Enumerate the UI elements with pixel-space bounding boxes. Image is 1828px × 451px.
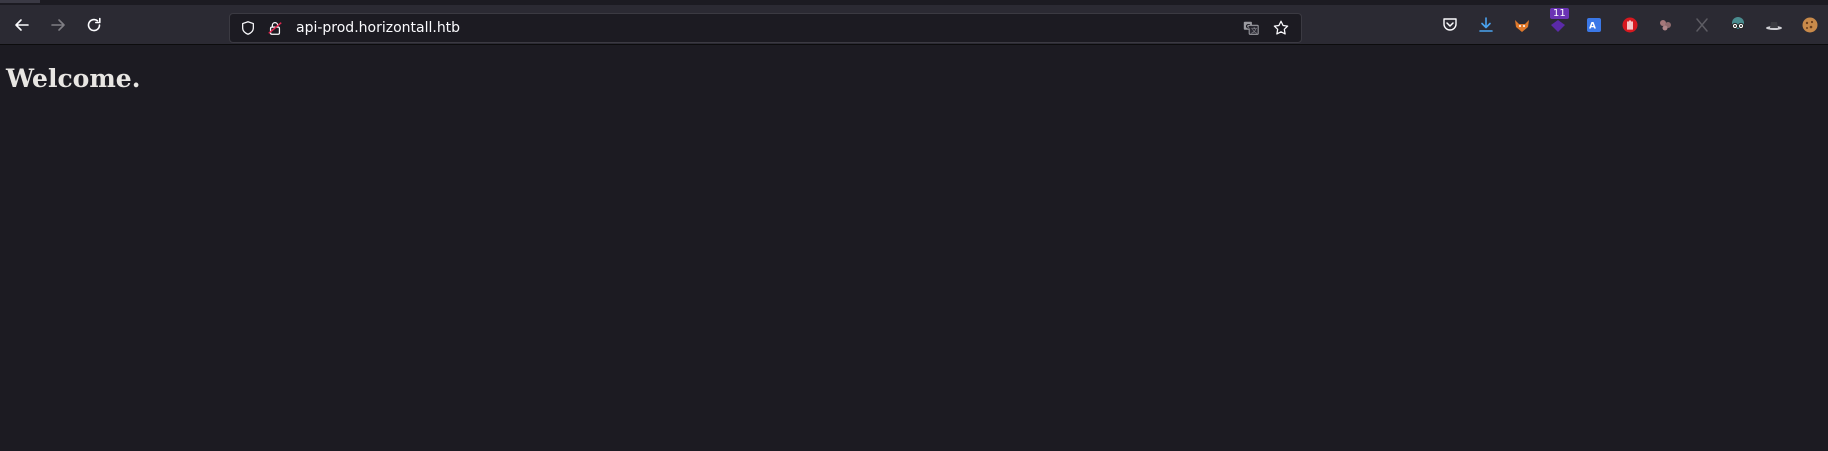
address-bar-actions: G 文	[1241, 18, 1291, 38]
cookie-extension-button[interactable]	[1792, 10, 1828, 40]
browser-toolbar: api-prod.horizontall.htb G 文 11 A	[0, 6, 1828, 45]
foxyproxy-icon	[1515, 20, 1529, 32]
address-bar[interactable]: api-prod.horizontall.htb G 文	[229, 13, 1302, 43]
downloads-button[interactable]	[1468, 10, 1504, 40]
hack-tools-button[interactable]: 11	[1540, 8, 1576, 40]
x-icon	[1696, 18, 1708, 32]
cookie-icon	[1802, 17, 1818, 33]
foxyproxy-button[interactable]	[1504, 10, 1540, 40]
navigation-buttons	[6, 9, 110, 41]
svg-text:A: A	[1589, 22, 1596, 32]
translate-icon[interactable]: G 文	[1241, 18, 1261, 38]
reload-button[interactable]	[78, 9, 110, 41]
svg-text:文: 文	[1251, 26, 1258, 35]
hat-icon	[1766, 22, 1782, 30]
back-arrow-icon	[15, 19, 29, 31]
active-tab-indicator[interactable]	[0, 0, 40, 3]
forward-arrow-icon	[51, 19, 65, 31]
url-text[interactable]: api-prod.horizontall.htb	[296, 20, 460, 36]
pocket-icon	[1443, 18, 1457, 31]
cookie-editor-button[interactable]	[1648, 10, 1684, 40]
tracking-protection-shield-icon[interactable]	[239, 19, 257, 37]
glasses-extension-button[interactable]	[1720, 10, 1756, 40]
google-translate-button[interactable]: A	[1576, 10, 1612, 40]
forward-button[interactable]	[42, 9, 74, 41]
ublock-button[interactable]	[1612, 10, 1648, 40]
google-translate-icon: A	[1587, 18, 1601, 32]
downloads-icon	[1479, 17, 1493, 32]
bookmark-star-icon[interactable]	[1271, 18, 1291, 38]
cookie-editor-icon	[1660, 20, 1671, 31]
pocket-button[interactable]	[1432, 10, 1468, 40]
page-content: Welcome.	[0, 45, 1828, 93]
ublock-hand-icon	[1622, 17, 1638, 33]
insecure-lock-icon[interactable]	[266, 19, 284, 37]
svg-text:G: G	[1246, 23, 1251, 30]
reload-icon	[87, 17, 101, 32]
glasses-spy-icon	[1731, 17, 1745, 30]
hat-extension-button[interactable]	[1756, 10, 1792, 40]
page-heading: Welcome.	[6, 64, 141, 93]
x-extension-button[interactable]	[1684, 10, 1720, 40]
hack-tools-badge: 11	[1550, 8, 1569, 19]
extensions-toolbar: 11 A	[1432, 8, 1828, 40]
back-button[interactable]	[6, 9, 38, 41]
